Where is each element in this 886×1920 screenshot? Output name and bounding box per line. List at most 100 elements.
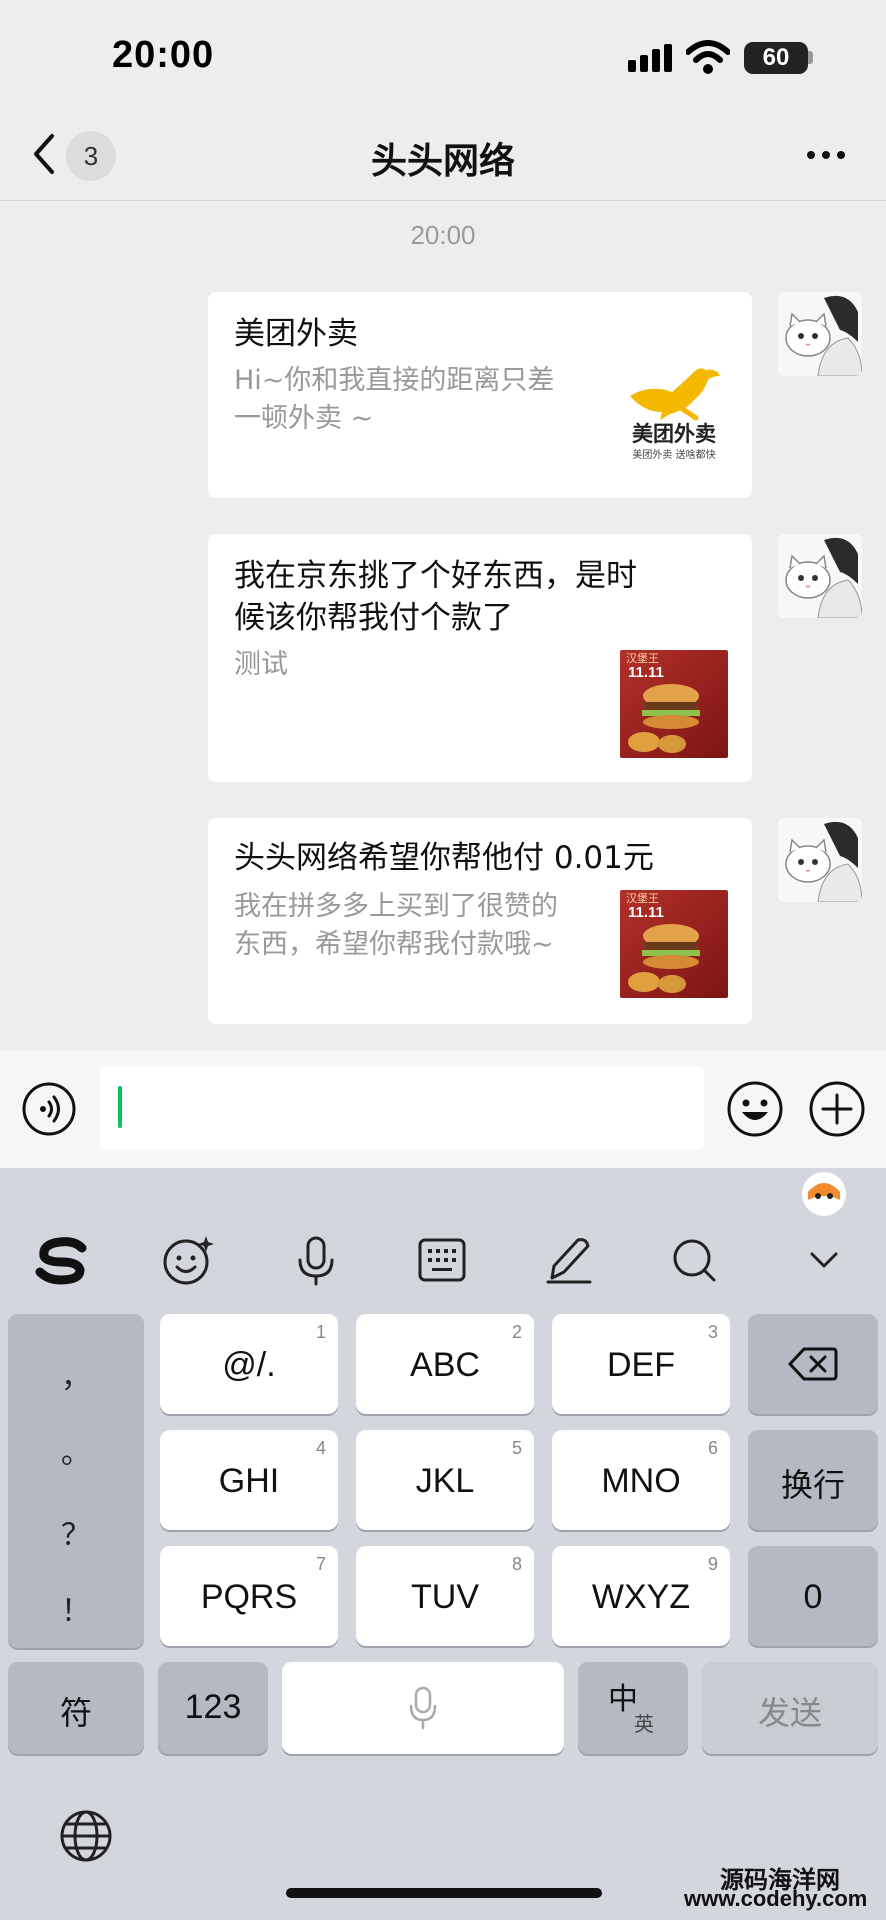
key-label: @/. (222, 1346, 276, 1384)
burger-promo-image: 汉堡王 11.11 (620, 890, 728, 998)
card-desc-line: 东西，希望你帮我付款哦~ (234, 929, 554, 960)
card-title: 头头网络希望你帮他付 0.01元 (234, 840, 654, 876)
jd-pay-request-card[interactable]: 我在京东挑了个好东西，是时 候该你帮我付个款了 测试 汉堡王 11.11 (208, 534, 752, 782)
avatar-cat-illustration (778, 292, 862, 376)
key-label: PQRS (200, 1578, 298, 1616)
voice-input-icon[interactable] (22, 1082, 76, 1136)
nuggets-icon (628, 732, 686, 753)
key-number: 2 (511, 1322, 522, 1342)
symbols-key[interactable]: 符 (8, 1662, 144, 1754)
key-number: 8 (511, 1554, 522, 1574)
more-options-icon[interactable] (806, 150, 846, 160)
burger-icon (642, 684, 700, 729)
send-key[interactable]: 发送 (702, 1662, 878, 1754)
pen-icon[interactable] (540, 1232, 596, 1288)
microphone-icon[interactable] (288, 1232, 344, 1288)
avatar[interactable] (778, 292, 862, 376)
key-number: 7 (315, 1554, 326, 1574)
chat-title: 头头网络 (370, 141, 515, 182)
card-title-line: 我在京东挑了个好东西，是时 (234, 558, 637, 594)
key-label: 123 (184, 1688, 242, 1726)
key-6[interactable]: 6 MNO (552, 1430, 730, 1530)
search-icon[interactable] (666, 1232, 722, 1288)
key-number: 3 (707, 1322, 718, 1342)
newline-label: 换行 (780, 1466, 845, 1504)
newline-key[interactable]: 换行 (748, 1430, 878, 1530)
key-number: 4 (315, 1438, 326, 1458)
emoji-icon[interactable] (726, 1080, 784, 1138)
meituan-logo: 美团外卖 美团外卖 送啥都快 (620, 362, 728, 474)
pdd-pay-request-card[interactable]: 头头网络希望你帮他付 0.01元 我在拼多多上买到了很赞的 东西，希望你帮我付款… (208, 818, 752, 1024)
numbers-key[interactable]: 123 (158, 1662, 268, 1754)
card-title: 美团外卖 (234, 316, 358, 352)
key-1[interactable]: 1 @/. (160, 1314, 338, 1414)
watermark-url: www.codehy.com (684, 1886, 868, 1911)
punct-period[interactable]: 。 (8, 1428, 144, 1472)
promo-tag: 11.11 (628, 664, 664, 681)
key-4[interactable]: 4 GHI (160, 1430, 338, 1530)
nav-divider (0, 200, 886, 201)
punctuation-column[interactable]: ， 。 ？ ！ (8, 1314, 144, 1648)
chevron-down-icon[interactable] (796, 1232, 852, 1288)
plus-icon[interactable] (808, 1080, 866, 1138)
burger-promo-image: 汉堡王 11.11 (620, 650, 728, 758)
home-indicator[interactable] (286, 1888, 602, 1898)
punct-exclaim[interactable]: ！ (8, 1586, 144, 1630)
key-0[interactable]: 0 (748, 1546, 878, 1646)
language-switch-key[interactable]: 中 英 (578, 1662, 688, 1754)
battery-indicator: 60 (744, 42, 808, 74)
card-desc: 测试 (234, 649, 288, 680)
key-number: 6 (707, 1438, 718, 1458)
key-label: WXYZ (591, 1578, 691, 1616)
message-input[interactable] (100, 1066, 704, 1150)
wifi-icon (686, 40, 730, 74)
emoji-icon[interactable] (160, 1232, 216, 1288)
status-time: 20:00 (112, 34, 215, 76)
battery-tip (808, 51, 813, 64)
lang-sub-label: 英 (634, 1712, 654, 1736)
key-label: TUV (411, 1578, 479, 1616)
promo-tag: 11.11 (628, 904, 664, 921)
card-title-line: 候该你帮我付个款了 (234, 600, 513, 636)
space-key[interactable] (282, 1662, 564, 1754)
key-label: GHI (218, 1462, 280, 1500)
key-7[interactable]: 7 PQRS (160, 1546, 338, 1646)
globe-icon[interactable] (58, 1808, 114, 1864)
key-number: 9 (707, 1554, 718, 1574)
key-label: 符 (59, 1694, 92, 1732)
backspace-key[interactable] (748, 1314, 878, 1414)
key-label: JKL (415, 1462, 475, 1500)
key-3[interactable]: 3 DEF (552, 1314, 730, 1414)
backspace-icon (788, 1347, 838, 1381)
key-label: 0 (803, 1578, 823, 1616)
send-label: 发送 (757, 1694, 822, 1732)
meituan-share-card[interactable]: 美团外卖 Hi~你和我直接的距离只差 一顿外卖 ~ 美团外卖 美团外卖 送啥都快 (208, 292, 752, 498)
card-desc-line: Hi~你和我直接的距离只差 (234, 365, 555, 396)
punct-question[interactable]: ？ (8, 1510, 144, 1554)
keyboard-icon[interactable] (414, 1232, 470, 1288)
key-5[interactable]: 5 JKL (356, 1430, 534, 1530)
key-label: MNO (601, 1462, 681, 1500)
mascot-icon[interactable] (800, 1170, 848, 1218)
avatar[interactable] (778, 534, 862, 618)
meituan-logo-text: 美团外卖 (632, 422, 716, 446)
avatar[interactable] (778, 818, 862, 902)
key-number: 1 (315, 1322, 326, 1342)
avatar-cat-illustration (778, 534, 862, 618)
key-2[interactable]: 2 ABC (356, 1314, 534, 1414)
key-8[interactable]: 8 TUV (356, 1546, 534, 1646)
punct-comma[interactable]: ， (8, 1352, 144, 1396)
cellular-signal-icon (628, 44, 672, 72)
kangaroo-icon (630, 368, 720, 421)
key-label: DEF (607, 1346, 675, 1384)
card-desc-line: 一顿外卖 ~ (234, 403, 374, 434)
key-9[interactable]: 9 WXYZ (552, 1546, 730, 1646)
card-desc-line: 我在拼多多上买到了很赞的 (234, 891, 558, 922)
sogou-logo[interactable] (34, 1232, 90, 1288)
nuggets-icon (628, 972, 686, 993)
key-number: 5 (511, 1438, 522, 1458)
key-label: ABC (410, 1346, 480, 1384)
avatar-cat-illustration (778, 818, 862, 902)
burger-icon (642, 924, 700, 969)
message-timestamp: 20:00 (410, 220, 476, 250)
